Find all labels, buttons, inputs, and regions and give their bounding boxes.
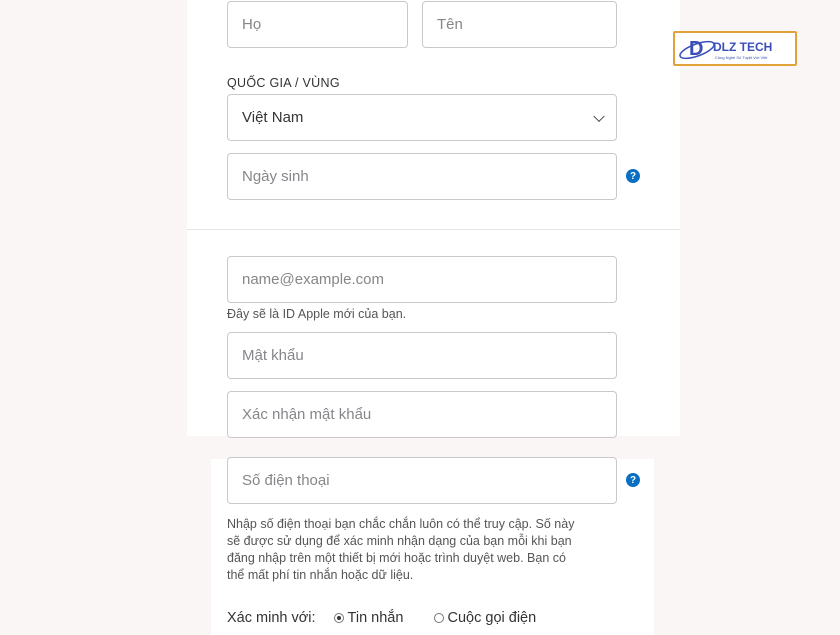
help-icon[interactable]: ?: [626, 169, 640, 183]
radio-sms-indicator[interactable]: [333, 613, 344, 624]
help-icon[interactable]: ?: [626, 473, 640, 487]
verify-row: Xác minh với: Tin nhắn Cuộc gọi điện: [227, 610, 536, 626]
phone-field[interactable]: Số điện thoại: [227, 457, 617, 504]
dlz-tech-logo: D DLZ TECH Công Nghệ Số Tuyệt Vời Việt: [673, 31, 797, 66]
phone-hint: Nhập số điện thoại bạn chắc chắn luôn có…: [227, 516, 607, 584]
logo-tagline: Công Nghệ Số Tuyệt Vời Việt: [715, 55, 768, 60]
verify-label: Xác minh với:: [227, 610, 316, 626]
country-label: QUỐC GIA / VÙNG: [227, 76, 340, 90]
phone-hint-line: đăng nhập trên một thiết bị mới hoặc trì…: [227, 551, 566, 565]
birthday-field[interactable]: Ngày sinh: [227, 153, 617, 200]
password-field[interactable]: Mật khẩu: [227, 332, 617, 379]
first-name-field[interactable]: Tên: [422, 1, 617, 48]
radio-sms-label: Tin nhắn: [347, 610, 404, 626]
radio-call[interactable]: Cuộc gọi điện: [433, 610, 537, 626]
logo-graphic: D DLZ TECH Công Nghệ Số Tuyệt Vời Việt: [679, 38, 772, 60]
logo-letter: D: [689, 38, 703, 60]
email-field[interactable]: name@example.com: [227, 256, 617, 303]
radio-sms[interactable]: Tin nhắn: [333, 610, 408, 626]
confirm-password-field[interactable]: Xác nhận mật khẩu: [227, 391, 617, 438]
phone-hint-line: Nhập số điện thoại bạn chắc chắn luôn có…: [227, 517, 575, 531]
chevron-down-icon: [593, 110, 605, 122]
phone-hint-line: thể mất phí tin nhắn hoặc dữ liệu.: [227, 568, 414, 582]
country-value: Việt Nam: [242, 109, 304, 126]
country-select[interactable]: Việt Nam: [227, 94, 617, 141]
radio-call-indicator[interactable]: [433, 613, 444, 624]
email-hint: Đây sẽ là ID Apple mới của bạn.: [227, 307, 407, 321]
phone-hint-line: sẽ được sử dụng để xác minh nhận dạng củ…: [227, 534, 572, 548]
radio-call-label: Cuộc gọi điện: [447, 610, 537, 626]
logo-text: DLZ TECH: [713, 40, 772, 54]
last-name-field[interactable]: Họ: [227, 1, 408, 48]
section-divider: [187, 229, 680, 230]
